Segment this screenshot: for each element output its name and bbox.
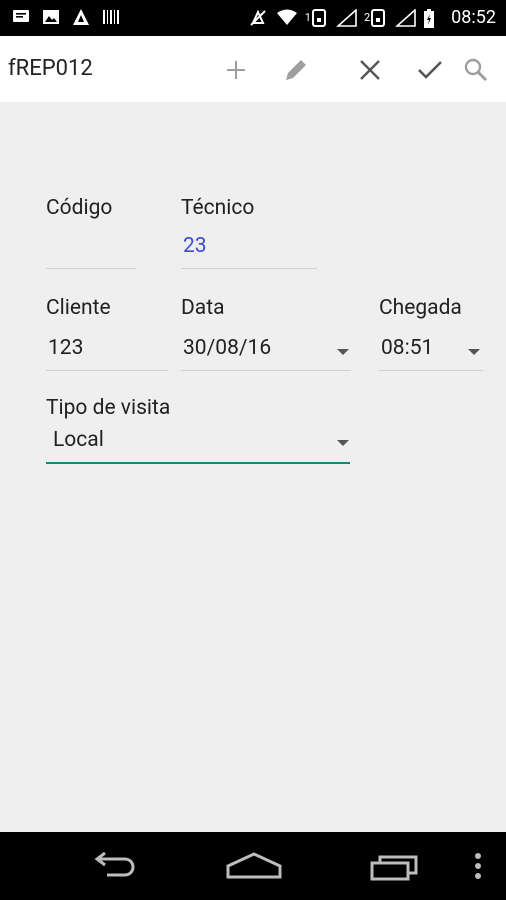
signal2-icon [395,7,416,27]
tipo-visita-label: Tipo de visita [46,396,171,420]
tecnico-field[interactable]: 23 [183,234,207,258]
tipo-visita-underline [46,462,350,464]
mute-icon [249,9,267,27]
barcode-icon [102,8,120,26]
message-icon [12,8,30,26]
close-icon [360,60,380,80]
menu-icon [475,853,481,879]
image-icon [42,8,60,26]
home-button[interactable] [224,850,284,882]
form-container: Código Técnico 23 Cliente 123 Data 30/08… [0,102,506,832]
cliente-field[interactable]: 123 [48,336,83,360]
chegada-underline [379,370,483,371]
chegada-dropdown-arrow-icon[interactable] [468,349,480,355]
wifi-icon [276,9,297,27]
sim2-label: 2 [363,11,371,24]
status-bar: 1 2 08:52 [0,0,506,36]
recents-button[interactable] [364,850,424,882]
tipo-visita-dropdown-arrow-icon[interactable] [337,440,349,446]
data-dropdown-arrow-icon[interactable] [337,349,349,355]
chegada-field[interactable]: 08:51 [381,336,433,360]
recents-icon [370,855,418,881]
search-button[interactable] [460,54,492,86]
back-button[interactable] [82,850,142,882]
codigo-underline [46,268,136,269]
search-icon [464,58,488,82]
app-icon [72,8,90,26]
sim2-icon: 2 [363,8,386,27]
add-button[interactable] [220,54,252,86]
codigo-label: Código [46,196,113,220]
tipo-visita-select[interactable]: Local [53,428,104,452]
chegada-label: Chegada [379,296,462,320]
sim1-icon: 1 [304,8,326,27]
navigation-bar [0,832,506,900]
status-left-icons [12,8,120,26]
status-right-icons: 1 2 08:52 [249,7,496,28]
sim1-label: 1 [304,11,311,24]
cliente-label: Cliente [46,296,111,320]
tecnico-underline [181,268,317,269]
signal1-icon [335,7,357,27]
status-time: 08:52 [451,7,496,28]
back-icon [94,851,135,877]
data-field[interactable]: 30/08/16 [183,336,271,360]
cancel-button[interactable] [354,54,386,86]
check-icon [418,61,442,79]
edit-button[interactable] [280,54,312,86]
confirm-button[interactable] [414,54,446,86]
data-label: Data [181,296,225,320]
home-icon [226,852,282,879]
edit-icon [286,60,306,80]
tecnico-label: Técnico [181,196,255,220]
add-icon [227,61,245,79]
data-underline [181,370,351,371]
cliente-underline [46,370,168,371]
battery-icon [423,8,441,28]
overflow-menu-button[interactable] [450,850,506,882]
app-toolbar: fREP012 [0,36,506,102]
screen-title: fREP012 [8,56,93,81]
